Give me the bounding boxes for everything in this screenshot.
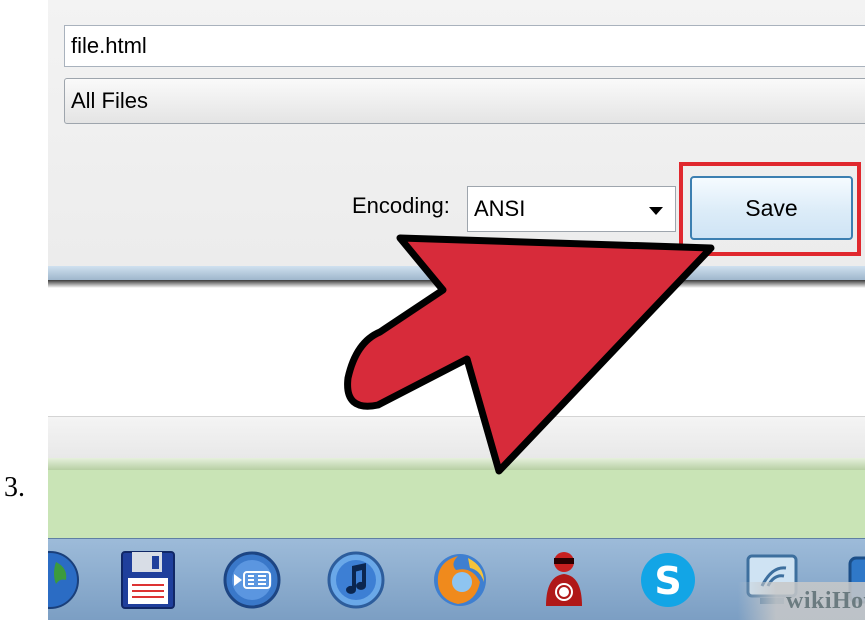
step-number: 3. (4, 472, 25, 503)
screenshot-area: file.html All Files Encoding: ANSI Save (48, 0, 865, 620)
pointer-arrow-icon (344, 234, 715, 475)
